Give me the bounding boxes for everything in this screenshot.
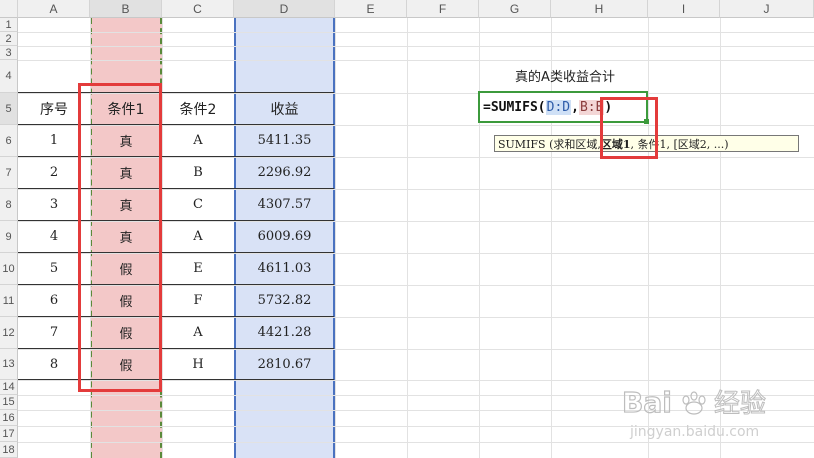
table-cell[interactable]: 5732.82	[234, 285, 335, 316]
table-cell[interactable]: C	[162, 189, 234, 220]
column-header-e[interactable]: E	[335, 0, 407, 18]
baidu-watermark: Bai 经验 jingyan.baidu.com	[620, 380, 810, 450]
gridline-v	[335, 18, 336, 458]
row-header[interactable]: 18	[0, 442, 18, 458]
row-header[interactable]: 4	[0, 60, 18, 93]
row-header[interactable]: 2	[0, 32, 18, 46]
spreadsheet: A B C D E F G H I J 1 2 3 4 5 6 7 8 9 10…	[0, 0, 814, 458]
column-header-b[interactable]: B	[90, 0, 162, 18]
formula-prefix: =SUMIFS(	[483, 99, 546, 115]
gridline-v	[407, 18, 408, 458]
gridline-h	[18, 60, 814, 61]
table-cell[interactable]: 4611.03	[234, 253, 335, 284]
table-cell[interactable]: F	[162, 285, 234, 316]
baidu-logo-icon: Bai 经验 jingyan.baidu.com	[621, 385, 766, 440]
row-header[interactable]: 13	[0, 349, 18, 380]
formula-ref-sum-range: D:D	[545, 99, 572, 115]
row-header[interactable]: 12	[0, 317, 18, 349]
table-cell[interactable]: B	[162, 157, 234, 188]
column-header-j[interactable]: J	[720, 0, 814, 18]
row-header[interactable]: 17	[0, 426, 18, 442]
watermark-url: jingyan.baidu.com	[629, 424, 759, 440]
select-all-corner[interactable]	[0, 0, 18, 18]
table-cell[interactable]: 2296.92	[234, 157, 335, 188]
table-cell[interactable]: 5411.35	[234, 125, 335, 156]
table-cell[interactable]: 2810.67	[234, 349, 335, 379]
tooltip-text-before: SUMIFS (求和区域,	[498, 137, 601, 151]
row-header[interactable]: 10	[0, 253, 18, 285]
row-header[interactable]: 16	[0, 410, 18, 426]
gridline-h	[18, 32, 814, 33]
table-cell[interactable]: E	[162, 253, 234, 284]
row-header[interactable]: 5	[0, 93, 18, 125]
column-header-g[interactable]: G	[479, 0, 551, 18]
table-cell[interactable]: A	[162, 317, 234, 348]
column-header-c[interactable]: C	[162, 0, 234, 18]
table-header-condition2[interactable]: 条件2	[162, 93, 234, 124]
table-cell[interactable]: 6009.69	[234, 221, 335, 252]
row-header[interactable]: 9	[0, 221, 18, 253]
gridline-h	[18, 46, 814, 47]
table-cell[interactable]: 4421.28	[234, 317, 335, 348]
gridline-v	[479, 18, 480, 458]
column-header-d[interactable]: D	[234, 0, 335, 18]
row-header[interactable]: 6	[0, 125, 18, 157]
column-header-h[interactable]: H	[551, 0, 648, 18]
highlight-criteria-ref	[600, 97, 658, 159]
column-header-f[interactable]: F	[407, 0, 479, 18]
table-cell[interactable]: H	[162, 349, 234, 379]
row-header[interactable]: 11	[0, 285, 18, 317]
sum-label[interactable]: 真的A类收益合计	[500, 62, 630, 88]
highlight-condition-column	[78, 83, 162, 392]
row-header[interactable]: 3	[0, 46, 18, 60]
column-header-a[interactable]: A	[18, 0, 90, 18]
row-header[interactable]: 1	[0, 18, 18, 32]
formula-separator: ,	[571, 99, 579, 115]
watermark-brand-b: 经验	[714, 389, 766, 419]
column-header-i[interactable]: I	[648, 0, 720, 18]
row-header[interactable]: 14	[0, 380, 18, 395]
row-header[interactable]: 15	[0, 395, 18, 410]
row-header[interactable]: 7	[0, 157, 18, 189]
table-border	[18, 379, 334, 380]
table-cell[interactable]: A	[162, 125, 234, 156]
table-cell[interactable]: 4307.57	[234, 189, 335, 220]
table-header-income[interactable]: 收益	[234, 93, 335, 124]
table-cell[interactable]: A	[162, 221, 234, 252]
row-header[interactable]: 8	[0, 189, 18, 221]
watermark-brand-a: Bai	[622, 386, 672, 419]
